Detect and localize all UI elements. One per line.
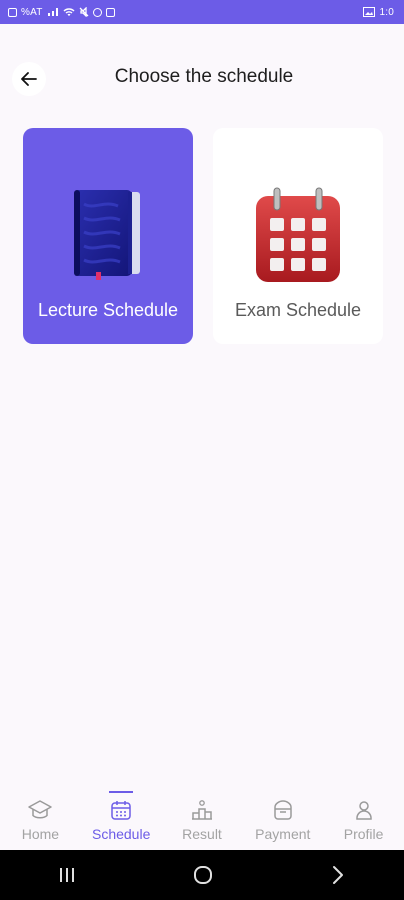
status-left: %AT bbox=[8, 7, 115, 18]
back-chevron-icon[interactable] bbox=[328, 864, 348, 886]
nav-label-schedule: Schedule bbox=[91, 826, 151, 842]
status-right: 1:0 bbox=[363, 7, 394, 18]
podium-icon bbox=[191, 800, 212, 820]
mute-icon bbox=[79, 7, 88, 17]
lecture-schedule-card[interactable]: Lecture Schedule bbox=[23, 128, 193, 344]
calendar-icon bbox=[111, 801, 131, 820]
image-icon bbox=[363, 7, 376, 17]
alarm-icon bbox=[92, 7, 102, 17]
nav-item-payment[interactable]: Payment bbox=[243, 788, 323, 850]
exam-schedule-card[interactable]: Exam Schedule bbox=[213, 128, 383, 344]
notification-icon bbox=[105, 7, 115, 17]
user-icon bbox=[355, 801, 372, 820]
lock-icon bbox=[8, 7, 17, 17]
page-title: Choose the schedule bbox=[114, 66, 294, 87]
notebook-icon bbox=[74, 190, 140, 280]
nav-item-home[interactable]: Home bbox=[0, 788, 80, 850]
active-indicator bbox=[109, 791, 134, 793]
header: Choose the schedule bbox=[0, 52, 404, 104]
graduation-cap-icon bbox=[28, 800, 53, 819]
nav-label-home: Home bbox=[21, 826, 60, 842]
system-nav-bar bbox=[0, 850, 404, 900]
status-bar: %AT 1:0 bbox=[0, 0, 404, 24]
nav-label-payment: Payment bbox=[255, 826, 311, 842]
calendar-icon bbox=[256, 187, 340, 282]
nav-label-result: Result bbox=[182, 826, 222, 842]
bottom-nav: Home Schedule Result Payment Profile bbox=[0, 788, 404, 850]
exam-schedule-label: Exam Schedule bbox=[234, 300, 362, 320]
calendar-icon-wrap bbox=[213, 184, 383, 284]
nav-item-schedule[interactable]: Schedule bbox=[81, 788, 161, 850]
home-circle-icon[interactable] bbox=[191, 863, 215, 887]
nav-item-profile[interactable]: Profile bbox=[324, 788, 404, 850]
nav-label-profile: Profile bbox=[343, 826, 384, 842]
lecture-schedule-label: Lecture Schedule bbox=[37, 300, 179, 320]
recent-apps-icon[interactable] bbox=[56, 865, 78, 885]
wifi-icon bbox=[63, 8, 75, 16]
wallet-icon bbox=[274, 800, 292, 820]
signal-icon bbox=[47, 8, 58, 16]
status-left-text: %AT bbox=[21, 6, 43, 18]
notebook-icon-wrap bbox=[23, 184, 193, 280]
status-time: 1:0 bbox=[379, 6, 394, 18]
nav-item-result[interactable]: Result bbox=[162, 788, 242, 850]
